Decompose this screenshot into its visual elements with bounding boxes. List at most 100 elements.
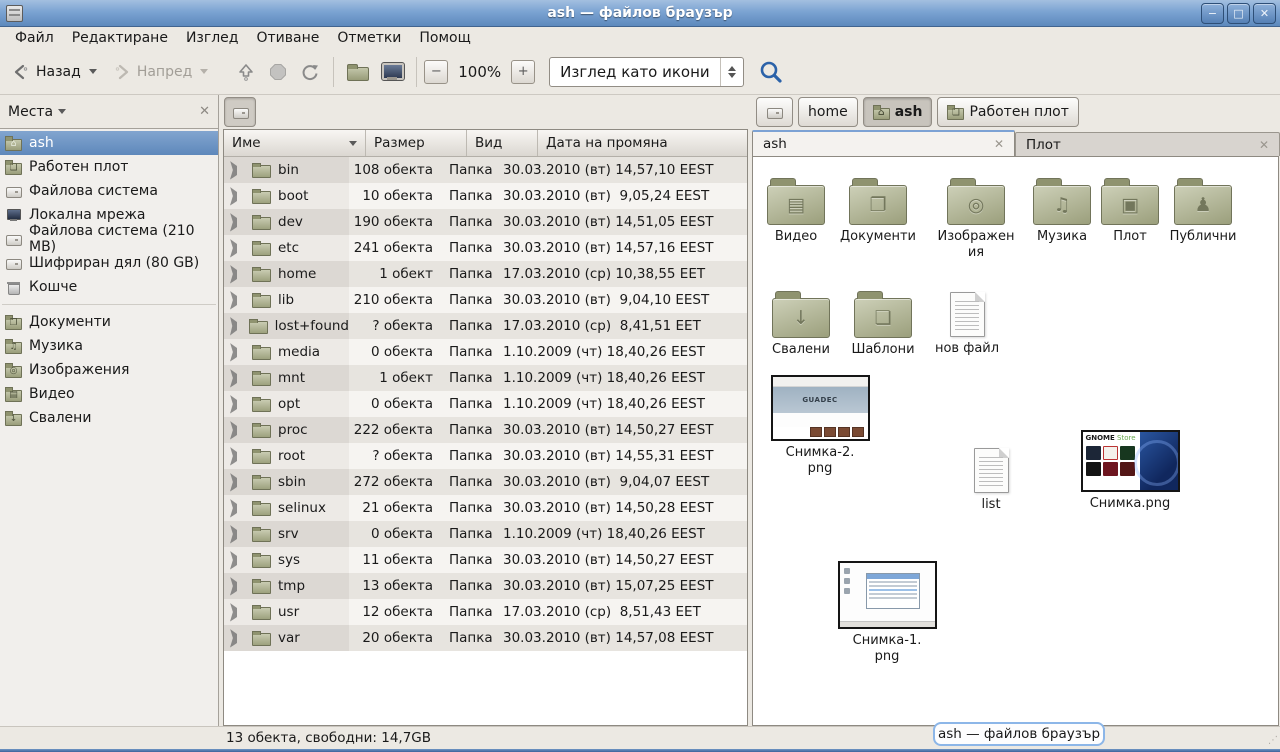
- expander-icon[interactable]: [230, 577, 246, 596]
- icon-view-item[interactable]: Снимка-1. png: [835, 561, 939, 666]
- table-row[interactable]: usr 12 обекта Папка 17.03.2010 (ср) 8,51…: [224, 599, 747, 625]
- expander-icon[interactable]: [230, 473, 246, 492]
- expander-icon[interactable]: [230, 291, 246, 310]
- zoom-in-button[interactable]: +: [511, 60, 535, 84]
- reload-button[interactable]: [294, 58, 326, 86]
- menu-изглед[interactable]: Изглед: [177, 28, 248, 48]
- icon-view-item[interactable]: GUADEC Снимка-2. png: [768, 375, 872, 478]
- expander-icon[interactable]: [230, 525, 246, 544]
- path-button-root[interactable]: [756, 97, 793, 127]
- expander-icon[interactable]: [230, 629, 246, 648]
- expander-icon[interactable]: [230, 499, 246, 518]
- expander-icon[interactable]: [230, 603, 246, 622]
- sidebar-mode-caret[interactable]: [58, 109, 66, 114]
- sidebar-item[interactable]: ⌂ ash: [0, 131, 218, 155]
- icon-view-item[interactable]: ↓ Свалени: [759, 289, 843, 358]
- icon-view-item[interactable]: ▤ Видео: [754, 176, 838, 245]
- sidebar-item[interactable]: ❐ Документи: [0, 310, 218, 334]
- icon-view-item[interactable]: ◎ Изображен ия: [934, 176, 1018, 262]
- expander-icon[interactable]: [230, 187, 246, 206]
- column-header-name[interactable]: Име: [224, 130, 366, 156]
- icon-view-item[interactable]: нов файл: [925, 289, 1009, 357]
- sidebar-item[interactable]: ❏ Работен плот: [0, 155, 218, 179]
- resize-grip[interactable]: ⋰: [1264, 734, 1278, 748]
- table-row[interactable]: tmp 13 обекта Папка 30.03.2010 (вт) 15,0…: [224, 573, 747, 599]
- table-row[interactable]: lost+found ? обекта Папка 17.03.2010 (ср…: [224, 313, 747, 339]
- icon-view-item[interactable]: ❏ Шаблони: [841, 289, 925, 358]
- back-button[interactable]: Назад: [6, 59, 103, 85]
- tab-close-icon[interactable]: ✕: [1259, 138, 1269, 152]
- root-path-button[interactable]: [224, 97, 256, 127]
- table-row[interactable]: sbin 272 обекта Папка 30.03.2010 (вт) 9,…: [224, 469, 747, 495]
- column-header-size[interactable]: Размер: [366, 130, 467, 156]
- sidebar-item[interactable]: Шифриран дял (80 GB): [0, 251, 218, 275]
- table-row[interactable]: boot 10 обекта Папка 30.03.2010 (вт) 9,0…: [224, 183, 747, 209]
- expander-icon[interactable]: [230, 395, 246, 414]
- sidebar-item[interactable]: Файлова система (210 MB): [0, 227, 218, 251]
- table-row[interactable]: sys 11 обекта Папка 30.03.2010 (вт) 14,5…: [224, 547, 747, 573]
- combo-spinner[interactable]: [720, 58, 743, 86]
- icon-view-item[interactable]: list: [949, 445, 1033, 513]
- home-button[interactable]: [341, 59, 375, 84]
- table-row[interactable]: mnt 1 обект Папка 1.10.2009 (чт) 18,40,2…: [224, 365, 747, 391]
- table-row[interactable]: etc 241 обекта Папка 30.03.2010 (вт) 14,…: [224, 235, 747, 261]
- menu-отиване[interactable]: Отиване: [247, 28, 328, 48]
- back-history-caret[interactable]: [89, 69, 97, 74]
- table-row[interactable]: srv 0 обекта Папка 1.10.2009 (чт) 18,40,…: [224, 521, 747, 547]
- expander-icon[interactable]: [230, 421, 246, 440]
- forward-history-caret[interactable]: [200, 69, 208, 74]
- zoom-out-button[interactable]: −: [424, 60, 448, 84]
- icon-view-item[interactable]: ❐ Документи: [836, 176, 920, 245]
- tab-close-icon[interactable]: ✕: [994, 137, 1004, 151]
- maximize-button[interactable]: □: [1227, 3, 1250, 24]
- sidebar-item[interactable]: ▤ Видео: [0, 382, 218, 406]
- tab-ash[interactable]: ash✕: [752, 130, 1015, 156]
- sidebar-item[interactable]: Файлова система: [0, 179, 218, 203]
- expander-icon[interactable]: [230, 317, 243, 336]
- table-row[interactable]: opt 0 обекта Папка 1.10.2009 (чт) 18,40,…: [224, 391, 747, 417]
- computer-button[interactable]: [375, 59, 409, 85]
- table-row[interactable]: var 20 обекта Папка 30.03.2010 (вт) 14,5…: [224, 625, 747, 651]
- forward-button[interactable]: Напред: [107, 59, 214, 85]
- expander-icon[interactable]: [230, 213, 246, 232]
- column-header-date[interactable]: Дата на промяна: [538, 130, 747, 156]
- expander-icon[interactable]: [230, 343, 246, 362]
- table-row[interactable]: bin 108 обекта Папка 30.03.2010 (вт) 14,…: [224, 157, 747, 183]
- menu-отметки[interactable]: Отметки: [328, 28, 410, 48]
- stop-button[interactable]: [262, 58, 294, 86]
- sidebar-item[interactable]: ◎ Изображения: [0, 358, 218, 382]
- expander-icon[interactable]: [230, 265, 246, 284]
- expander-icon[interactable]: [230, 161, 246, 180]
- table-row[interactable]: dev 190 обекта Папка 30.03.2010 (вт) 14,…: [224, 209, 747, 235]
- icon-view-item[interactable]: ▣ Плот: [1088, 176, 1172, 245]
- table-row[interactable]: media 0 обекта Папка 1.10.2009 (чт) 18,4…: [224, 339, 747, 365]
- sidebar-item[interactable]: Кошче: [0, 275, 218, 299]
- path-button-Работен плот[interactable]: ❏Работен плот: [937, 97, 1078, 127]
- taskbar-tooltip[interactable]: ash — файлов браузър: [933, 722, 1105, 746]
- up-button[interactable]: [230, 58, 262, 86]
- close-button[interactable]: ✕: [1253, 3, 1276, 24]
- table-row[interactable]: home 1 обект Папка 17.03.2010 (ср) 10,38…: [224, 261, 747, 287]
- expander-icon[interactable]: [230, 239, 246, 258]
- menu-редактиране[interactable]: Редактиране: [63, 28, 177, 48]
- table-row[interactable]: root ? обекта Папка 30.03.2010 (вт) 14,5…: [224, 443, 747, 469]
- menu-файл[interactable]: Файл: [6, 28, 63, 48]
- sidebar-item[interactable]: ♫ Музика: [0, 334, 218, 358]
- path-button-ash[interactable]: ⌂ash: [863, 97, 933, 127]
- expander-icon[interactable]: [230, 551, 246, 570]
- sidebar-close-icon[interactable]: ✕: [199, 104, 210, 119]
- search-button[interactable]: [758, 59, 784, 85]
- icon-view-item[interactable]: GNOME Store Снимка.png: [1078, 430, 1182, 512]
- table-row[interactable]: selinux 21 обекта Папка 30.03.2010 (вт) …: [224, 495, 747, 521]
- menu-помощ[interactable]: Помощ: [410, 28, 479, 48]
- expander-icon[interactable]: [230, 447, 246, 466]
- sidebar-item[interactable]: ↓ Свалени: [0, 406, 218, 430]
- column-header-kind[interactable]: Вид: [467, 130, 538, 156]
- path-button-home[interactable]: home: [798, 97, 858, 127]
- expander-icon[interactable]: [230, 369, 246, 388]
- view-mode-combo[interactable]: Изглед като икони: [549, 57, 744, 87]
- minimize-button[interactable]: −: [1201, 3, 1224, 24]
- table-row[interactable]: lib 210 обекта Папка 30.03.2010 (вт) 9,0…: [224, 287, 747, 313]
- tab-Плот[interactable]: Плот✕: [1015, 132, 1280, 156]
- table-row[interactable]: proc 222 обекта Папка 30.03.2010 (вт) 14…: [224, 417, 747, 443]
